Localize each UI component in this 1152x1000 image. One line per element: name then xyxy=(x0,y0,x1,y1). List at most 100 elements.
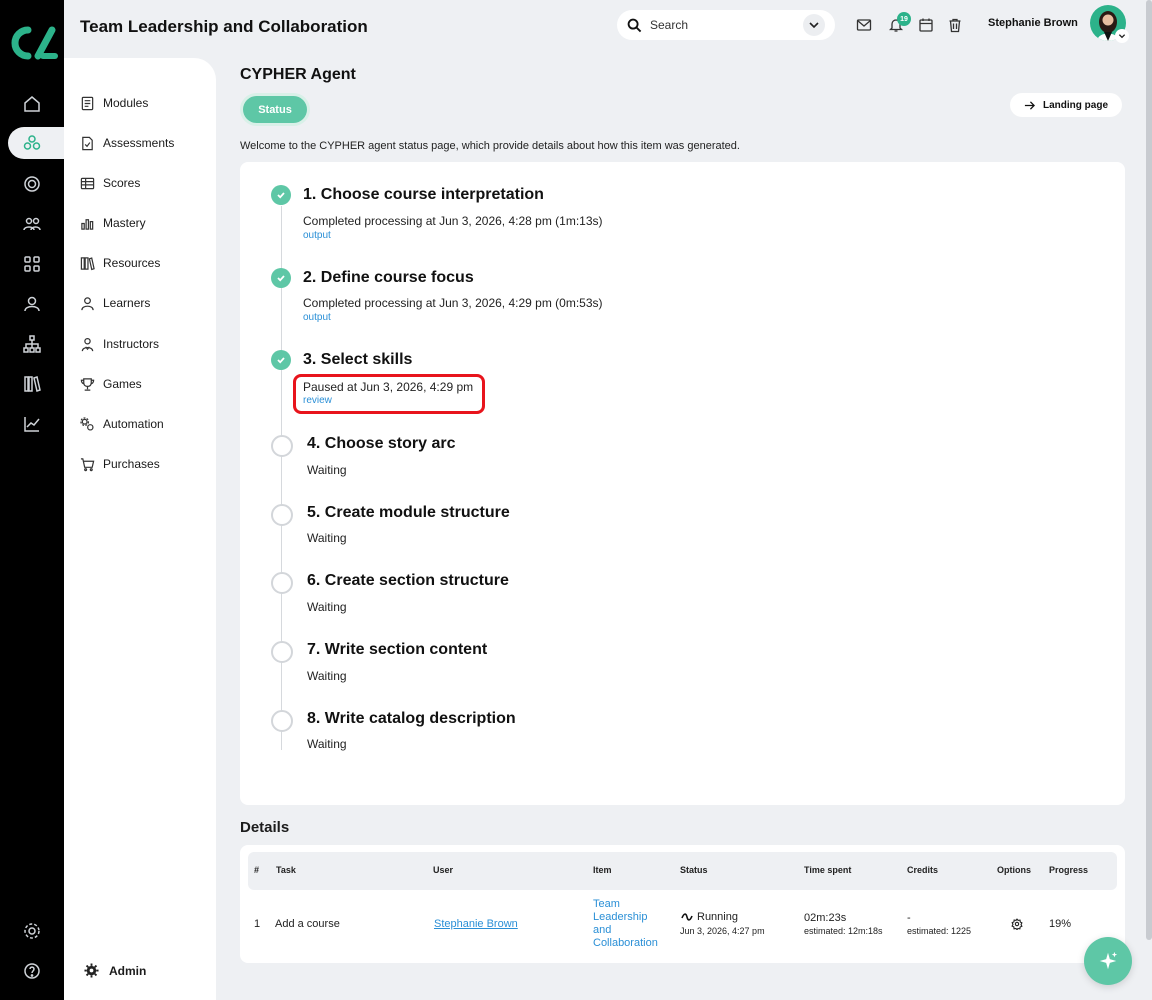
users-icon[interactable] xyxy=(22,214,42,234)
step-title: 1. Choose course interpretation xyxy=(303,186,544,203)
calendar-icon[interactable] xyxy=(918,17,934,33)
step-description: Waiting xyxy=(307,737,347,751)
help-icon[interactable] xyxy=(22,961,42,981)
app-rail xyxy=(0,0,78,1000)
sidebar-item-label: Resources xyxy=(103,256,161,270)
sidebar-item-label: Instructors xyxy=(103,337,160,351)
instructors-icon xyxy=(81,337,94,351)
sidebar-item-mastery[interactable]: Mastery xyxy=(80,211,146,235)
target-icon[interactable] xyxy=(22,174,42,194)
step-output-link[interactable]: output xyxy=(303,230,331,241)
step-pending-circle-icon xyxy=(271,710,293,732)
brand-logo[interactable] xyxy=(8,26,58,60)
step-output-link[interactable]: output xyxy=(303,312,331,323)
step-complete-check-icon xyxy=(271,268,291,288)
sidebar-item-instructors[interactable]: Instructors xyxy=(80,332,159,356)
sidebar-item-label: Automation xyxy=(103,417,164,431)
scores-icon xyxy=(80,177,95,189)
step-title: 2. Define course focus xyxy=(303,269,474,286)
sidebar-item-assessments[interactable]: Assessments xyxy=(80,131,174,155)
status-date: Jun 3, 2026, 4:27 pm xyxy=(680,926,765,936)
admin-button[interactable]: Admin xyxy=(84,963,146,978)
assessments-icon xyxy=(82,136,93,150)
search-bar[interactable]: Search xyxy=(617,10,835,40)
user-name[interactable]: Stephanie Brown xyxy=(988,17,1078,29)
sidebar-item-learners[interactable]: Learners xyxy=(80,291,150,315)
games-icon xyxy=(80,377,95,391)
landing-page-button[interactable]: Landing page xyxy=(1010,93,1122,117)
details-table: # Task User Item Status Time spent Credi… xyxy=(240,845,1125,963)
step-title: 5. Create module structure xyxy=(307,504,510,521)
sidebar-item-label: Mastery xyxy=(103,216,146,230)
item-line: Team xyxy=(593,898,620,910)
credits: - xyxy=(907,912,911,924)
tab-status[interactable]: Status xyxy=(243,96,307,123)
item-line: Leadership xyxy=(593,911,648,923)
library-icon[interactable] xyxy=(22,374,42,394)
resources-icon xyxy=(80,256,95,270)
person-icon[interactable] xyxy=(22,294,42,314)
time-spent: 02m:23s xyxy=(804,912,847,924)
sidebar-item-automation[interactable]: Automation xyxy=(80,412,164,436)
sparkle-icon xyxy=(1099,951,1118,970)
step-complete-check-icon xyxy=(271,350,291,370)
landing-page-label: Landing page xyxy=(1043,99,1108,111)
sidebar-item-label: Learners xyxy=(103,296,151,310)
sidebar-item-modules[interactable]: Modules xyxy=(80,91,148,115)
org-chart-icon[interactable] xyxy=(22,334,42,354)
sidebar-item-purchases[interactable]: Purchases xyxy=(80,452,160,476)
sidebar-item-label: Scores xyxy=(103,176,141,190)
step-description: Waiting xyxy=(307,531,347,545)
step-description: Waiting xyxy=(307,600,347,614)
gear-icon xyxy=(84,963,99,978)
agent-steps-card: 1. Choose course interpretation Complete… xyxy=(240,162,1125,805)
sidebar-item-scores[interactable]: Scores xyxy=(80,171,140,195)
intro-text: Welcome to the CYPHER agent status page,… xyxy=(240,140,740,152)
sidebar-item-label: Assessments xyxy=(103,136,175,150)
user-menu-button[interactable] xyxy=(1115,29,1129,43)
row-number: 1 xyxy=(254,918,261,930)
step-review-link[interactable]: review xyxy=(303,395,332,406)
search-input[interactable]: Search xyxy=(650,18,688,32)
column-header: Progress xyxy=(1049,865,1089,875)
details-heading: Details xyxy=(240,819,290,836)
admin-label: Admin xyxy=(109,963,147,978)
analytics-icon[interactable] xyxy=(22,414,42,434)
row-progress: 19% xyxy=(1049,918,1072,930)
row-task: Add a course xyxy=(275,918,340,930)
options-gear-icon[interactable] xyxy=(1011,918,1023,930)
column-header: Options xyxy=(997,865,1031,875)
courses-icon[interactable] xyxy=(22,133,42,153)
settings-icon[interactable] xyxy=(22,921,42,941)
step-title: 7. Write section content xyxy=(307,641,488,658)
page-title: CYPHER Agent xyxy=(240,66,356,83)
row-user-link[interactable]: Stephanie Brown xyxy=(434,918,518,930)
step-description: Completed processing at Jun 3, 2026, 4:2… xyxy=(303,214,603,228)
item-line: and xyxy=(593,924,612,936)
ai-assistant-button[interactable] xyxy=(1084,937,1132,985)
secondary-sidebar: Modules Assessments Scores Mastery Resou… xyxy=(64,58,216,1000)
grid-icon[interactable] xyxy=(22,254,42,274)
search-dropdown-button[interactable] xyxy=(803,14,825,36)
chevron-down-icon xyxy=(1118,34,1126,39)
step-description: Paused at Jun 3, 2026, 4:29 pm xyxy=(303,380,474,394)
sidebar-item-games[interactable]: Games xyxy=(80,372,142,396)
row-item-link[interactable]: Team Leadership and Collaboration xyxy=(593,898,658,950)
step-complete-check-icon xyxy=(271,185,291,205)
home-icon[interactable] xyxy=(22,94,42,114)
mail-icon[interactable] xyxy=(856,17,872,33)
step-title: 4. Choose story arc xyxy=(307,435,456,452)
trash-icon[interactable] xyxy=(947,17,963,33)
learners-icon xyxy=(81,296,94,310)
column-header: Credits xyxy=(907,865,939,875)
step-description: Waiting xyxy=(307,669,347,683)
sidebar-item-resources[interactable]: Resources xyxy=(80,251,160,275)
scrollbar[interactable] xyxy=(1146,0,1152,940)
app-title: Team Leadership and Collaboration xyxy=(80,17,368,36)
column-header: # xyxy=(254,865,260,875)
search-icon xyxy=(627,18,642,32)
step-pending-circle-icon xyxy=(271,641,293,663)
automation-icon xyxy=(80,416,94,431)
step-title: 6. Create section structure xyxy=(307,572,509,589)
column-header: Task xyxy=(276,865,296,875)
